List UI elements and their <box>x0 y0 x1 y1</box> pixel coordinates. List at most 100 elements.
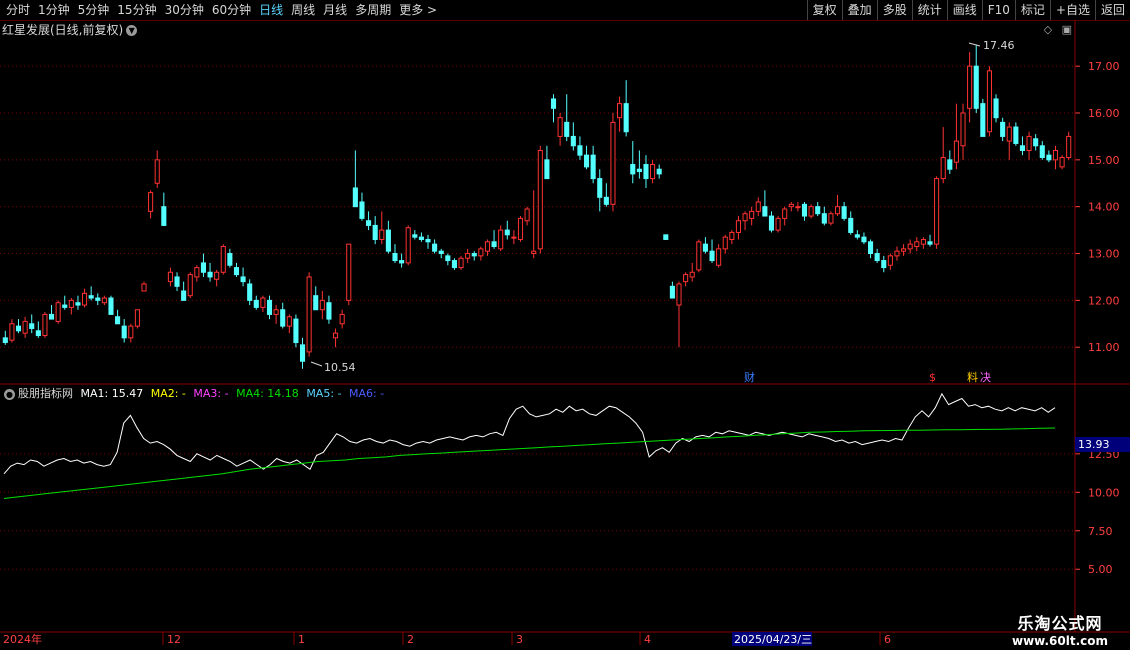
add-watchlist-button[interactable]: +自选 <box>1049 0 1095 20</box>
x-label-jun: 6 <box>884 633 891 646</box>
candle-up <box>920 238 926 245</box>
ma2-label: MA2: - <box>150 387 186 400</box>
watermark-url: www.60lt.com <box>1011 634 1109 648</box>
candle-down <box>973 65 979 109</box>
tab-daily[interactable]: 日线 <box>255 0 287 20</box>
candle-up <box>735 220 741 233</box>
tab-monthly[interactable]: 月线 <box>319 0 351 20</box>
mark-button[interactable]: 标记 <box>1014 0 1050 20</box>
settings-circle-icon[interactable]: ● <box>4 388 15 400</box>
statistics-button[interactable]: 统计 <box>911 0 947 20</box>
candle-down <box>200 262 206 273</box>
candle-down <box>854 234 860 238</box>
multi-stock-button[interactable]: 多股 <box>876 0 912 20</box>
indicator-lines <box>3 392 1056 499</box>
candle-down <box>293 318 299 344</box>
candle-down <box>418 236 424 240</box>
period-toolbar: 分时 1分钟 5分钟 15分钟 30分钟 60分钟 日线 周线 月线 多周期 更… <box>0 0 1130 21</box>
decision-event-tag[interactable]: 决 <box>980 371 991 384</box>
restore-rights-button[interactable]: 复权 <box>806 0 842 20</box>
candle-up <box>537 149 543 250</box>
candle-down <box>868 241 874 255</box>
candle-down <box>432 243 438 252</box>
candle-up <box>755 201 761 212</box>
candle-up <box>1026 135 1032 151</box>
tab-30min[interactable]: 30分钟 <box>161 0 208 20</box>
candle-down <box>1013 126 1019 144</box>
candle-up <box>194 267 200 278</box>
candle-down <box>1019 145 1026 151</box>
price-tick-label: 17.00 <box>1088 60 1120 73</box>
candle-down <box>848 217 854 233</box>
candle-down <box>636 168 642 173</box>
ma5-label: MA5: - <box>306 387 342 400</box>
candle-up <box>901 248 907 252</box>
candle-up <box>531 250 537 255</box>
candle-down <box>227 253 233 266</box>
diamond-icon[interactable]: ◇ <box>1044 23 1052 36</box>
period-tabs: 分时 1分钟 5分钟 15分钟 30分钟 60分钟 日线 周线 月线 多周期 更… <box>2 0 441 20</box>
candle-up <box>214 271 220 280</box>
candle-up <box>101 297 107 304</box>
candle-down <box>313 295 319 311</box>
indicator-tick-label: 5.00 <box>1088 563 1113 576</box>
candle-up <box>834 206 841 215</box>
candle-up <box>610 121 616 205</box>
overlay-button[interactable]: 叠加 <box>841 0 877 20</box>
candle-down <box>663 234 669 240</box>
tab-fenshi[interactable]: 分时 <box>2 0 34 20</box>
candle-down <box>544 159 550 180</box>
tab-more[interactable]: 更多 > <box>395 0 441 20</box>
candle-down <box>253 299 259 308</box>
candle-up <box>914 241 920 248</box>
candle-down <box>95 297 101 301</box>
indicator-name[interactable]: 股朋指标网 <box>18 387 73 400</box>
x-label-dec: 12 <box>167 633 181 646</box>
candle-up <box>319 299 325 311</box>
candle-up <box>465 253 471 259</box>
window-icon[interactable]: ▣ <box>1062 23 1072 36</box>
tab-15min[interactable]: 15分钟 <box>113 0 160 20</box>
f10-button[interactable]: F10 <box>981 0 1015 20</box>
low-price-label: 10.54 <box>324 361 356 374</box>
price-axis: 17.00 16.00 15.00 14.00 13.00 12.00 11.00 <box>1075 60 1120 354</box>
watermark-title: 乐淘公式网 <box>1017 614 1103 633</box>
candle-down <box>993 98 999 119</box>
tab-1min[interactable]: 1分钟 <box>34 0 74 20</box>
candle-down <box>801 203 808 217</box>
candle-down <box>656 168 662 175</box>
tab-multi-period[interactable]: 多周期 <box>351 0 395 20</box>
dividend-event-tag[interactable]: $ <box>929 371 936 384</box>
candle-up <box>742 213 748 222</box>
tab-5min[interactable]: 5分钟 <box>74 0 114 20</box>
candle-down <box>445 255 451 262</box>
tab-weekly[interactable]: 周线 <box>287 0 319 20</box>
candle-down <box>359 201 365 219</box>
candle-down <box>108 297 114 315</box>
candle-up <box>775 217 781 231</box>
candle-up <box>154 159 160 184</box>
candle-down <box>669 285 675 299</box>
candle-down <box>577 145 583 156</box>
candle-up <box>484 241 491 252</box>
candle-up <box>405 227 411 264</box>
candle-up <box>187 274 193 297</box>
candle-down <box>881 260 887 269</box>
ma6-label: MA6: - <box>349 387 385 400</box>
x-label-feb: 2 <box>407 633 414 646</box>
candle-down <box>29 323 35 329</box>
material-event-tag[interactable]: 料 <box>967 370 978 384</box>
tab-60min[interactable]: 60分钟 <box>208 0 255 20</box>
candle-down <box>240 276 246 283</box>
candle-down <box>385 229 391 252</box>
finance-event-tag[interactable]: 财 <box>744 370 755 384</box>
kline-chart[interactable]: 17.0016.0015.0014.0013.0012.0011.00 12.5… <box>0 20 1130 650</box>
candle-down <box>709 250 715 262</box>
draw-line-button[interactable]: 画线 <box>946 0 982 20</box>
stock-title[interactable]: 红星发展(日线,前复权) ▼ <box>2 22 138 38</box>
candle-up <box>167 271 173 283</box>
back-button[interactable]: 返回 <box>1094 0 1130 20</box>
candle-up <box>511 236 517 239</box>
chevron-down-icon[interactable]: ▼ <box>126 25 138 36</box>
candle-down <box>62 304 68 308</box>
